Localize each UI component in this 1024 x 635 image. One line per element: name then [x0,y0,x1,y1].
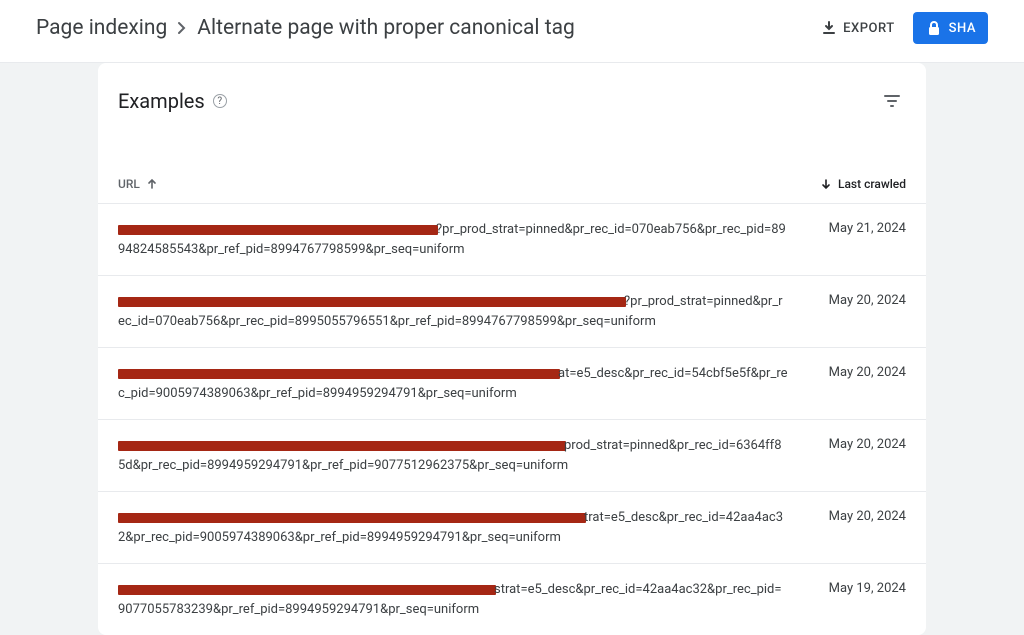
last-crawled-cell: May 20, 2024 [829,364,906,380]
redacted-segment [118,297,626,307]
table-row[interactable]: trat=e5_desc&pr_rec_id=42aa4ac32&pr_rec_… [98,491,926,563]
table-body: ?pr_prod_strat=pinned&pr_rec_id=070eab75… [98,203,926,635]
last-crawled-cell: May 19, 2024 [829,580,906,596]
help-icon[interactable]: ? [213,94,227,108]
header-actions: EXPORT SHA [821,12,988,44]
redacted-segment [118,513,586,523]
page-header: Page indexing Alternate page with proper… [0,0,1024,63]
table-row[interactable]: strat=e5_desc&pr_rec_id=42aa4ac32&pr_rec… [98,563,926,635]
export-label: EXPORT [843,21,894,36]
last-crawled-cell: May 20, 2024 [829,436,906,452]
table-row[interactable]: ?pr_prod_strat=pinned&pr_rec_id=070eab75… [98,275,926,347]
breadcrumb-current: Alternate page with proper canonical tag [197,16,575,40]
redacted-segment [118,225,438,235]
table-row[interactable]: ?pr_prod_strat=pinned&pr_rec_id=070eab75… [98,203,926,275]
filter-icon[interactable] [878,87,906,115]
card-title: Examples ? [118,89,227,113]
column-header-last-crawled[interactable]: Last crawled [820,177,906,191]
last-crawled-header-label: Last crawled [838,177,906,191]
arrow-up-icon [146,178,158,190]
url-cell: ?pr_prod_strat=pinned&pr_rec_id=070eab75… [118,292,789,331]
url-cell: strat=e5_desc&pr_rec_id=42aa4ac32&pr_rec… [118,580,789,619]
lock-icon [927,20,941,36]
redacted-segment [118,369,560,379]
export-button[interactable]: EXPORT [821,20,894,36]
breadcrumb: Page indexing Alternate page with proper… [36,16,821,40]
url-cell: trat=e5_desc&pr_rec_id=42aa4ac32&pr_rec_… [118,508,789,547]
last-crawled-cell: May 21, 2024 [829,220,906,236]
share-label: SHA [949,21,976,36]
url-cell: ?pr_prod_strat=pinned&pr_rec_id=070eab75… [118,220,789,259]
last-crawled-cell: May 20, 2024 [829,292,906,308]
arrow-down-icon [820,178,832,190]
examples-title-text: Examples [118,89,205,113]
url-cell: at=e5_desc&pr_rec_id=54cbf5e5f&pr_rec_pi… [118,364,789,403]
table-row[interactable]: prod_strat=pinned&pr_rec_id=6364ff85d&pr… [98,419,926,491]
redacted-segment [118,441,566,451]
column-header-url[interactable]: URL [118,177,158,191]
last-crawled-cell: May 20, 2024 [829,508,906,524]
chevron-right-icon [177,21,187,35]
examples-card: Examples ? URL Last crawled ?pr_prod_st [98,63,926,635]
url-cell: prod_strat=pinned&pr_rec_id=6364ff85d&pr… [118,436,789,475]
download-icon [821,20,837,36]
breadcrumb-parent[interactable]: Page indexing [36,16,167,40]
table-row[interactable]: at=e5_desc&pr_rec_id=54cbf5e5f&pr_rec_pi… [98,347,926,419]
redacted-segment [118,585,496,595]
share-button[interactable]: SHA [913,12,988,44]
card-header: Examples ? [98,87,926,123]
content-area: Examples ? URL Last crawled ?pr_prod_st [0,63,1024,635]
table-header-row: URL Last crawled [98,123,926,203]
url-header-label: URL [118,177,140,191]
